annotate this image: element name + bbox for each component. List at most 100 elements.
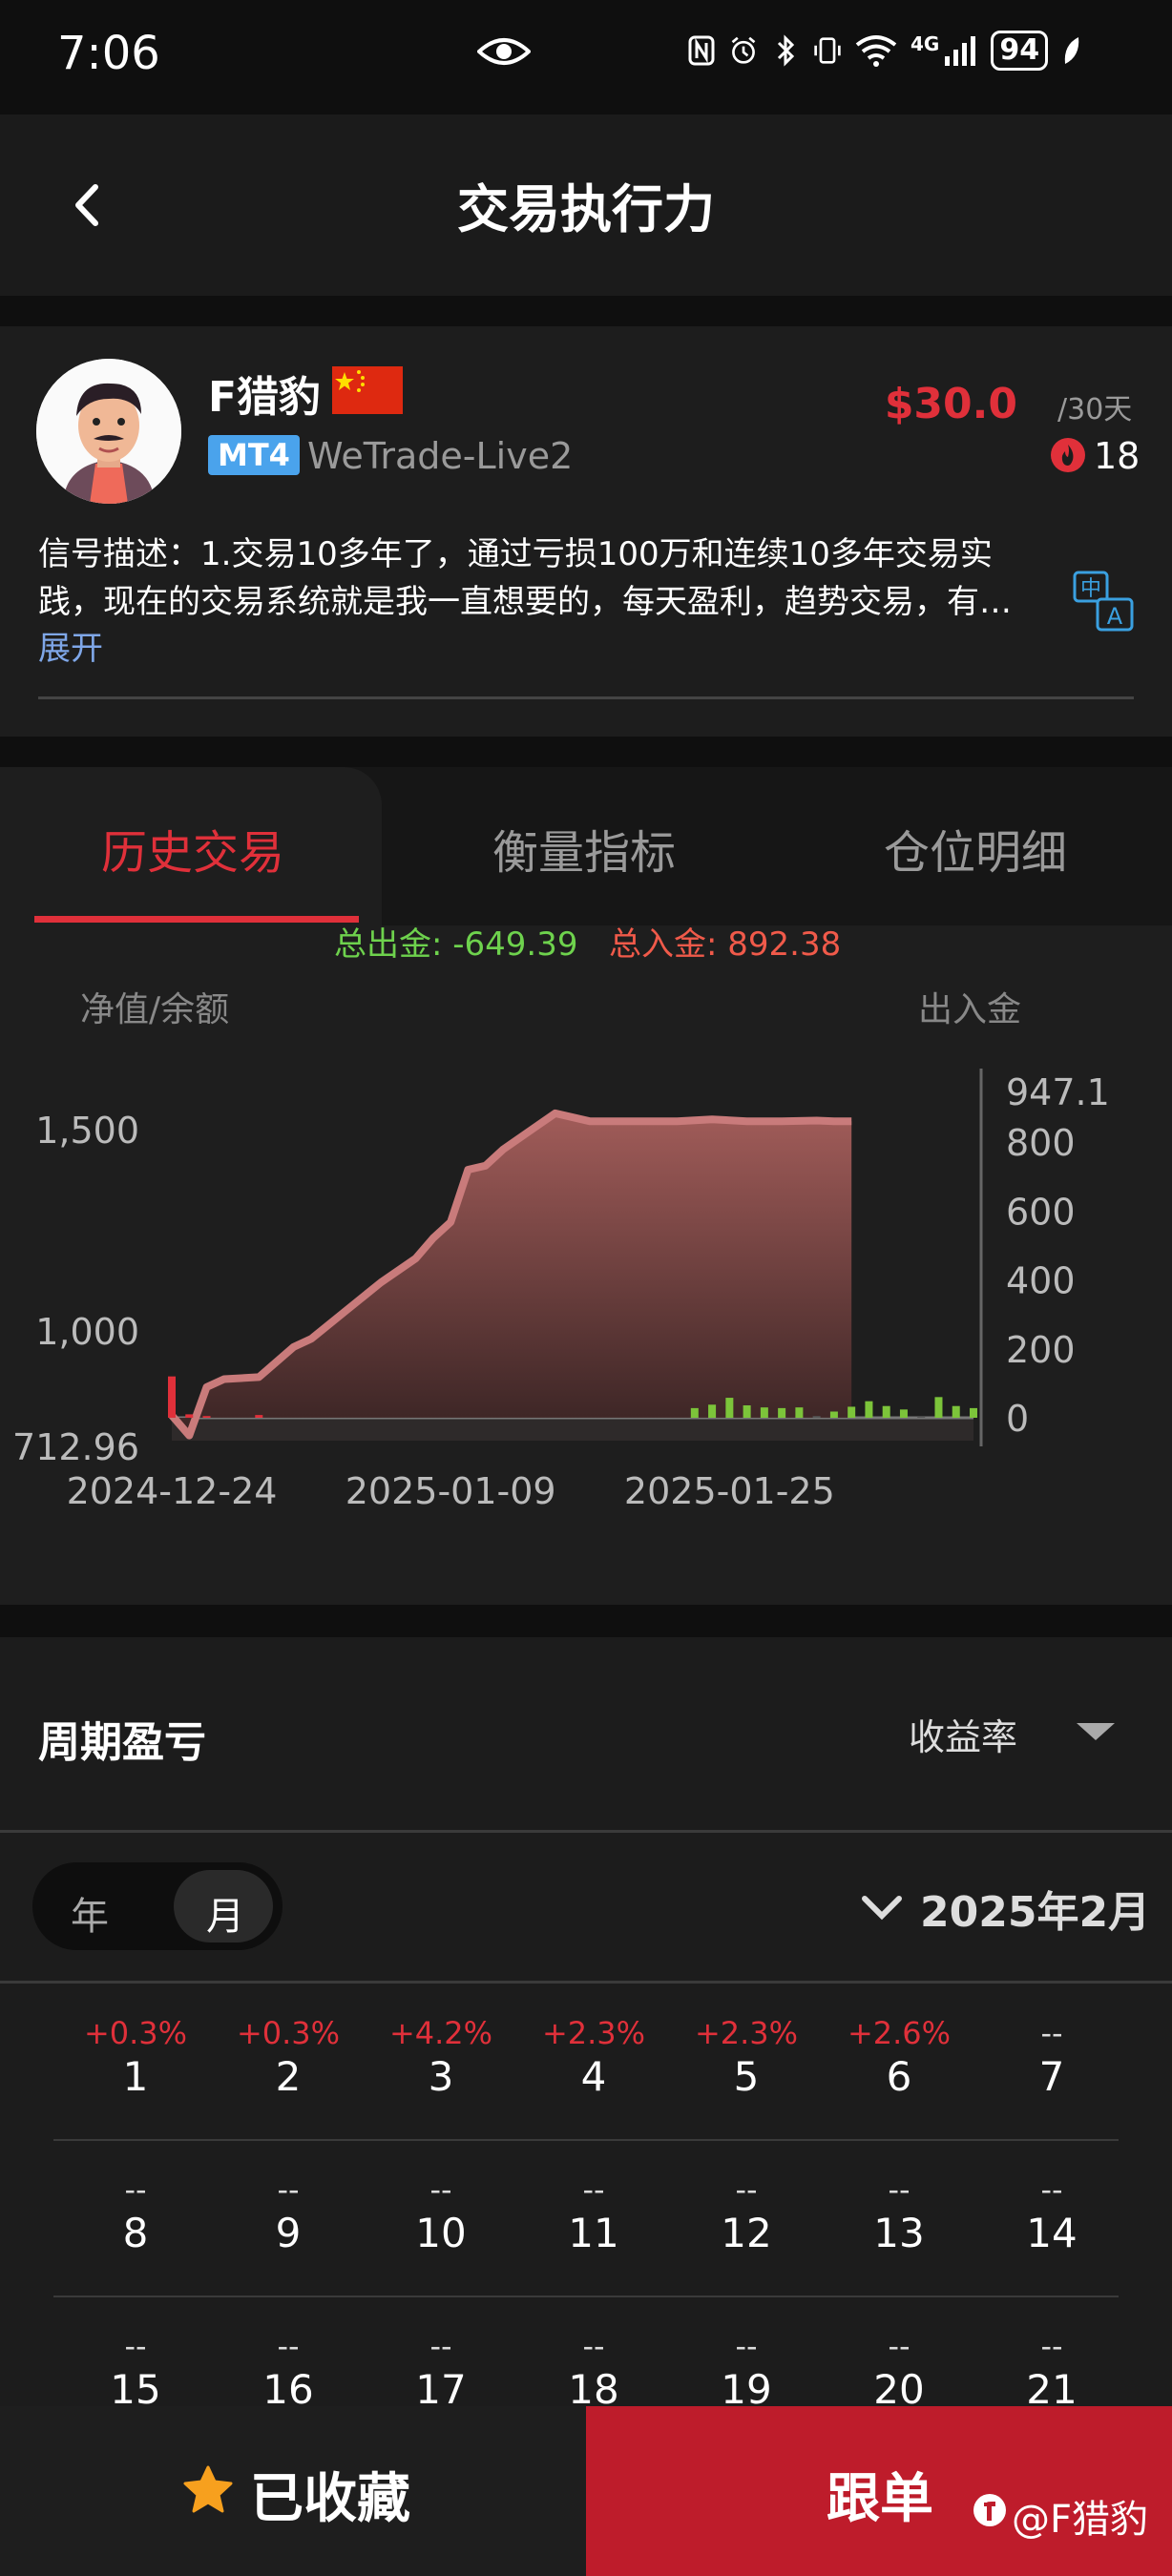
day-return: -- [277,2171,300,2208]
calendar-day[interactable]: -- 17 [365,2328,517,2413]
day-return: -- [429,2171,452,2208]
day-number: 7 [1038,2053,1065,2100]
day-return: -- [888,2171,910,2208]
subscription-price: $30.0 [884,380,1017,428]
expand-link[interactable]: 展开 [38,622,103,669]
calendar-day[interactable]: -- 11 [517,2171,670,2256]
equity-area [172,1112,852,1436]
nfc-icon [688,35,715,66]
deposit-bar [848,1406,856,1418]
left-axis-tick: 712.96 [12,1426,139,1468]
calendar-day[interactable]: -- 7 [975,2015,1128,2100]
signal-description: 信号描述：1.交易10多年了，通过亏损100万和连续10多年交易实 践，现在的交… [38,530,1050,626]
calendar-day[interactable]: +0.3% 1 [59,2015,212,2100]
calendar-day[interactable]: +2.3% 5 [670,2015,823,2100]
avatar[interactable] [36,359,181,504]
day-number: 5 [733,2053,760,2100]
deposit-bar [882,1405,890,1418]
day-return: +2.6% [847,2015,952,2051]
deposit-bar [185,1414,194,1418]
divider [0,1981,1172,1984]
calendar-row-divider [53,2139,1119,2141]
equity-chart[interactable]: 净值/余额 出入金 1,500 1,000 712.96 947.1 800 600 400… [0,973,1172,1546]
tab-history[interactable]: 历史交易 [101,815,284,882]
trader-name: F猎豹 [208,373,322,422]
follower-count: 18 [1094,435,1141,477]
calendar-day[interactable]: -- 9 [212,2171,365,2256]
calendar-day[interactable]: -- 8 [59,2171,212,2256]
calendar-row-divider [53,2296,1119,2297]
day-return: +0.3% [236,2015,341,2051]
calendar-day[interactable]: +2.6% 6 [823,2015,975,2100]
day-number: 12 [721,2210,772,2256]
tab-metrics[interactable]: 衡量指标 [492,815,676,882]
toggle-year[interactable]: 年 [71,1885,109,1941]
day-return: -- [1040,2015,1063,2051]
translate-icon[interactable]: 中 A [1071,569,1136,634]
server-name: WeTrade-Live2 [307,435,574,477]
bluetooth-icon [777,34,795,67]
day-number: 13 [873,2210,925,2256]
description-line: 信号描述：1.交易10多年了，通过亏损100万和连续10多年交易实 [38,535,993,573]
tab-positions[interactable]: 仓位明细 [884,815,1067,882]
calendar-day[interactable]: -- 20 [823,2328,975,2413]
deposit-bar [690,1407,699,1418]
calendar-day[interactable]: -- 19 [670,2328,823,2413]
calendar-day[interactable]: +0.3% 2 [212,2015,365,2100]
deposit-bar [168,1376,176,1418]
day-return: +0.3% [83,2015,188,2051]
deposit-bar [934,1397,943,1418]
month-selector[interactable]: 2025年2月 [920,1878,1150,1939]
day-number: 11 [568,2210,619,2256]
calendar-day[interactable]: -- 13 [823,2171,975,2256]
calendar-day[interactable]: -- 18 [517,2328,670,2413]
star-icon [181,2463,235,2517]
x-axis-tick: 2025-01-09 [345,1470,556,1512]
day-return: +2.3% [694,2015,799,2051]
fire-icon [1050,437,1086,473]
battery-indicator: 94 [991,31,1049,71]
day-return: -- [888,2328,910,2364]
divider [38,696,1134,699]
right-axis-tick: 200 [1006,1329,1076,1371]
metric-select[interactable]: 收益率 [909,1708,1017,1760]
calendar-day[interactable]: -- 12 [670,2171,823,2256]
day-return: -- [582,2328,605,2364]
calendar-day[interactable]: -- 21 [975,2328,1128,2413]
day-return: -- [277,2328,300,2364]
watermark: @F猎豹 [970,2488,1148,2544]
right-axis-tick: 400 [1006,1260,1076,1302]
day-return: -- [124,2171,147,2208]
calendar-day[interactable]: +2.3% 4 [517,2015,670,2100]
divider [0,1830,1172,1833]
left-axis-title: 净值/余额 [80,990,229,1029]
deposit-bar [917,1416,926,1418]
toggle-month[interactable]: 月 [206,1885,244,1941]
calendar-day[interactable]: -- 16 [212,2328,365,2413]
day-number: 14 [1026,2210,1078,2256]
day-return: -- [735,2328,758,2364]
day-number: 2 [275,2053,302,2100]
deposit-bar [970,1407,977,1418]
china-flag-icon [332,366,403,414]
calendar-day[interactable]: -- 10 [365,2171,517,2256]
wifi-icon [855,35,897,67]
day-number: 9 [275,2210,302,2256]
day-return: -- [735,2171,758,2208]
tab-underline [34,916,359,923]
day-number: 4 [580,2053,607,2100]
svg-text:中: 中 [1080,577,1101,601]
caret-down-icon[interactable] [1077,1723,1115,1740]
deposit-bar [725,1398,734,1418]
total-withdrawal: 总出金: -649.39 [334,925,578,964]
deposit-bar [760,1407,768,1418]
calendar-day[interactable]: -- 14 [975,2171,1128,2256]
vibrate-icon [814,37,841,64]
day-number: 1 [122,2053,149,2100]
chevron-down-icon[interactable] [861,1889,903,1927]
alarm-icon [731,36,756,64]
day-return: -- [582,2171,605,2208]
right-axis-title: 出入金 [918,990,1021,1029]
calendar-day[interactable]: -- 15 [59,2328,212,2413]
calendar-day[interactable]: +4.2% 3 [365,2015,517,2100]
